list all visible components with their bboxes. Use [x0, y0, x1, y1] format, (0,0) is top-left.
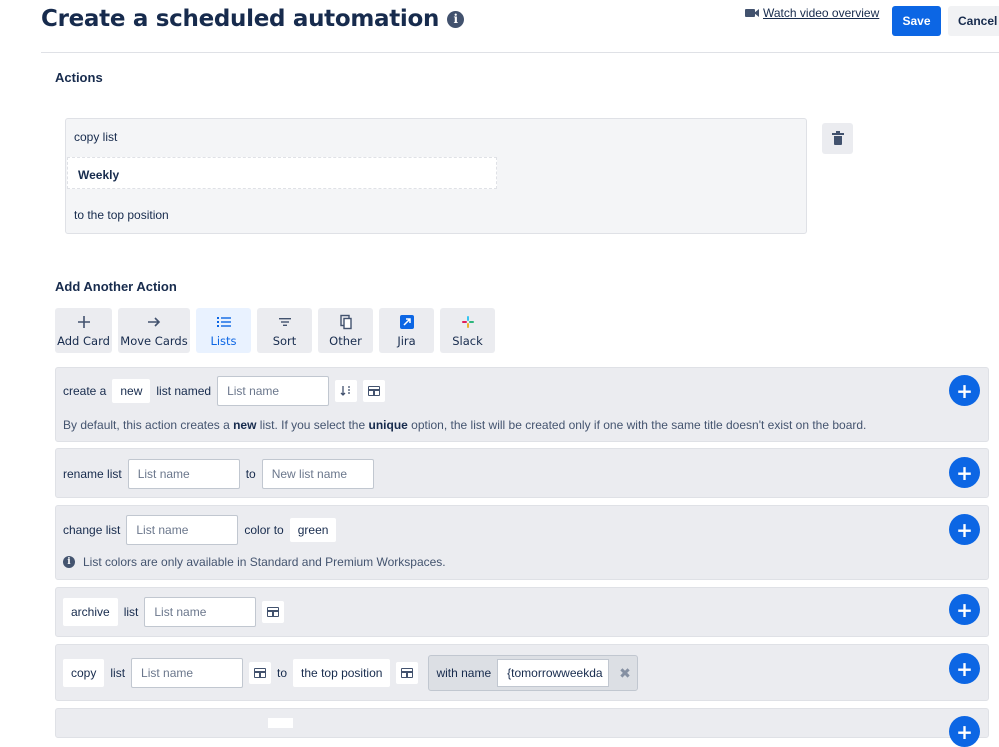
color-note: i List colors are only available in Stan… — [63, 555, 446, 569]
tab-label: Jira — [397, 333, 416, 348]
existing-action: copy list Weekly to the top position — [65, 118, 807, 234]
sort-icon — [277, 314, 293, 330]
action-list-name: Weekly — [67, 157, 497, 189]
slack-icon — [460, 314, 476, 330]
save-button[interactable]: Save — [892, 6, 941, 36]
action-line-copy-list: copy list — [74, 130, 118, 144]
info-icon[interactable]: i — [447, 10, 465, 28]
next-action-row: + — [55, 708, 989, 747]
add-change-color-button[interactable]: + — [949, 514, 980, 545]
change-color-controls: change list List name color to green — [63, 515, 337, 545]
tab-slack[interactable]: Slack — [440, 308, 495, 353]
board-icon — [254, 668, 267, 678]
board-selector-button[interactable] — [363, 380, 386, 402]
archive-controls: archive list List name — [63, 597, 285, 627]
add-another-heading: Add Another Action — [55, 279, 177, 294]
tab-lists[interactable]: Lists — [196, 308, 251, 353]
position-chip[interactable]: the top position — [293, 659, 391, 687]
info-icon: i — [63, 556, 75, 568]
copy-list-name-input[interactable]: List name — [131, 658, 244, 688]
sort-down-icon — [340, 386, 351, 396]
jira-icon — [399, 314, 415, 330]
change-prefix: change list — [63, 523, 121, 537]
color-to-label: color to — [244, 523, 284, 537]
board-selector-button[interactable] — [262, 601, 285, 623]
archive-chip[interactable]: archive — [63, 598, 118, 626]
rename-list-action-row: rename list List name to New list name + — [55, 448, 989, 498]
tab-label: Slack — [452, 333, 483, 348]
archive-list-name-input[interactable]: List name — [144, 597, 257, 627]
rename-prefix: rename list — [63, 467, 122, 481]
create-prefix: create a — [63, 384, 107, 398]
page-title: Create a scheduled automation i — [41, 6, 465, 32]
change-list-name-input[interactable]: List name — [126, 515, 239, 545]
copy-list-label: list — [110, 666, 126, 680]
board-selector-button[interactable] — [396, 662, 419, 684]
copy-list-action-row: copy list List name to the top position … — [55, 644, 989, 701]
create-help-text: By default, this action creates a new li… — [63, 418, 867, 432]
tab-jira[interactable]: Jira — [379, 308, 434, 353]
tab-label: Lists — [210, 333, 237, 348]
rename-list-name-input[interactable]: List name — [127, 459, 240, 489]
with-name-label: with name — [436, 666, 492, 680]
with-name-group: with name {tomorrowweekda ✖ — [428, 655, 638, 691]
archive-list-action-row: archive list List name + — [55, 587, 989, 637]
create-middle: list named — [156, 384, 212, 398]
watch-video-label: Watch video overview — [763, 6, 880, 20]
tab-label: Move Cards — [120, 333, 188, 348]
add-create-list-button[interactable]: + — [949, 375, 980, 406]
rename-to: to — [245, 467, 256, 481]
board-icon — [267, 607, 280, 617]
copy-icon — [338, 314, 354, 330]
header-actions: Watch video overview — [745, 6, 879, 20]
copy-name-input[interactable]: {tomorrowweekda — [497, 659, 610, 687]
actions-heading: Actions — [55, 70, 103, 85]
delete-action-button[interactable] — [822, 123, 853, 154]
tab-label: Add Card — [57, 333, 110, 348]
tab-other[interactable]: Other — [318, 308, 373, 353]
tab-label: Other — [329, 333, 362, 348]
add-copy-list-button[interactable]: + — [949, 653, 980, 684]
next-row-chip — [268, 718, 293, 728]
color-chip[interactable]: green — [289, 518, 337, 542]
create-list-action-row: create a new list named List name By def… — [55, 367, 989, 442]
add-next-action-button[interactable]: + — [949, 716, 980, 747]
header-divider — [41, 52, 999, 53]
video-camera-icon — [745, 8, 759, 18]
plus-icon — [76, 314, 92, 330]
add-archive-list-button[interactable]: + — [949, 594, 980, 625]
tab-label: Sort — [272, 333, 297, 348]
watch-video-link[interactable]: Watch video overview — [745, 6, 879, 20]
tab-move-cards[interactable]: Move Cards — [118, 308, 190, 353]
board-icon — [401, 668, 414, 678]
clear-icon[interactable]: ✖ — [619, 665, 631, 682]
page-title-text: Create a scheduled automation — [41, 6, 440, 32]
create-list-name-input[interactable]: List name — [217, 376, 330, 406]
copy-chip[interactable]: copy — [63, 659, 105, 687]
tab-sort[interactable]: Sort — [257, 308, 312, 353]
cancel-button[interactable]: Cancel — [948, 6, 999, 36]
arrow-right-icon — [146, 314, 162, 330]
board-icon — [368, 386, 381, 396]
create-list-controls: create a new list named List name — [63, 376, 386, 406]
trash-icon — [831, 130, 844, 145]
action-category-tabs: Add Card Move Cards Lists Sort Other Jir… — [55, 308, 495, 353]
board-selector-button[interactable] — [249, 662, 272, 684]
action-line-position: to the top position — [74, 208, 169, 222]
copy-controls: copy list List name to the top position … — [63, 655, 638, 691]
archive-list-label: list — [123, 605, 139, 619]
add-rename-list-button[interactable]: + — [949, 457, 980, 488]
new-unique-chip[interactable]: new — [112, 379, 151, 403]
sort-position-button[interactable] — [335, 380, 358, 402]
change-list-color-action-row: change list List name color to green i L… — [55, 505, 989, 580]
rename-list-controls: rename list List name to New list name — [63, 459, 374, 489]
tab-add-card[interactable]: Add Card — [55, 308, 112, 353]
copy-to-label: to — [277, 666, 288, 680]
list-icon — [216, 314, 232, 330]
new-list-name-input[interactable]: New list name — [261, 459, 374, 489]
